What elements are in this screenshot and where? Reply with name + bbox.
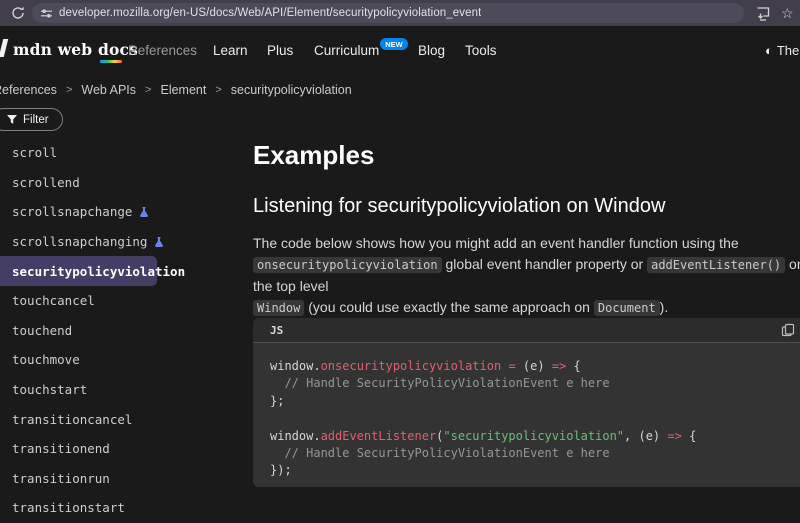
- copy-icon[interactable]: [781, 323, 795, 337]
- mdn-logo-underscore: [100, 60, 122, 63]
- breadcrumb-separator: >: [66, 84, 72, 96]
- sidebar-item-scrollsnapchanging[interactable]: scrollsnapchanging: [0, 227, 250, 257]
- filter-label: Filter: [23, 114, 49, 126]
- sidebar-item-touchmove[interactable]: touchmove: [0, 345, 250, 375]
- breadcrumb-separator: >: [215, 84, 221, 96]
- sidebar-item-transitionstart[interactable]: transitionstart: [0, 493, 250, 523]
- breadcrumb-web-apis[interactable]: Web APIs: [81, 83, 136, 97]
- sidebar-item-scrollsnapchange[interactable]: scrollsnapchange: [0, 197, 250, 227]
- theme-icon: ◐: [765, 43, 773, 58]
- sidebar-item-touchend[interactable]: touchend: [0, 316, 250, 346]
- mdn-logo[interactable]: mdn web docs: [13, 40, 138, 59]
- breadcrumb-element[interactable]: Element: [160, 83, 206, 97]
- experimental-flask-icon: [153, 236, 165, 248]
- sidebar-item-scrollend[interactable]: scrollend: [0, 168, 250, 198]
- browser-toolbar: developer.mozilla.org/en-US/docs/Web/API…: [0, 0, 800, 26]
- code-language-label: JS: [270, 324, 283, 337]
- nav-tools[interactable]: Tools: [465, 43, 497, 58]
- section-title: Examples: [253, 140, 374, 171]
- breadcrumb-current-page: securitypolicyviolation: [231, 83, 352, 97]
- breadcrumb: References > Web APIs > Element > securi…: [0, 75, 352, 105]
- url-text: developer.mozilla.org/en-US/docs/Web/API…: [59, 7, 481, 19]
- sidebar-item-touchstart[interactable]: touchstart: [0, 375, 250, 405]
- code-example-block: JS window.onsecuritypolicyviolation = (e…: [253, 318, 800, 487]
- breadcrumb-references[interactable]: References: [0, 83, 57, 97]
- subsection-title: Listening for securitypolicyviolation on…: [253, 195, 665, 218]
- sidebar-event-list: scroll scrollend scrollsnapchange scroll…: [0, 138, 250, 523]
- new-badge: NEW: [380, 38, 408, 50]
- sidebar-item-securitypolicyviolation[interactable]: securitypolicyviolation: [0, 256, 157, 286]
- nav-plus[interactable]: Plus: [267, 43, 293, 58]
- mdn-header: mdn web docs References Learn Plus Curri…: [0, 26, 800, 75]
- breadcrumb-separator: >: [145, 84, 151, 96]
- nav-curriculum[interactable]: CurriculumNEW: [314, 43, 408, 58]
- save-to-device-icon[interactable]: [755, 5, 771, 21]
- nav-references[interactable]: References: [128, 43, 197, 58]
- experimental-flask-icon: [138, 206, 150, 218]
- code-example-header: JS: [253, 318, 800, 343]
- sidebar-item-touchcancel[interactable]: touchcancel: [0, 286, 250, 316]
- sidebar-item-transitionrun[interactable]: transitionrun: [0, 464, 250, 494]
- mdn-logo-mark: [0, 39, 8, 57]
- site-permissions-icon[interactable]: [40, 7, 53, 20]
- nav-learn[interactable]: Learn: [213, 43, 248, 58]
- nav-blog[interactable]: Blog: [418, 43, 445, 58]
- sidebar-item-scroll[interactable]: scroll: [0, 138, 250, 168]
- url-bar[interactable]: developer.mozilla.org/en-US/docs/Web/API…: [32, 3, 744, 23]
- sidebar-item-transitioncancel[interactable]: transitioncancel: [0, 404, 250, 434]
- code-content[interactable]: window.onsecuritypolicyviolation = (e) =…: [253, 343, 800, 487]
- filter-button[interactable]: Filter: [0, 108, 63, 131]
- funnel-icon: [7, 115, 17, 125]
- intro-paragraph: The code below shows how you might add a…: [253, 233, 800, 319]
- bookmark-star-icon[interactable]: ☆: [781, 2, 794, 24]
- reload-icon[interactable]: [10, 5, 26, 21]
- sidebar-item-transitionend[interactable]: transitionend: [0, 434, 250, 464]
- theme-toggle[interactable]: ◐Theme: [765, 43, 800, 58]
